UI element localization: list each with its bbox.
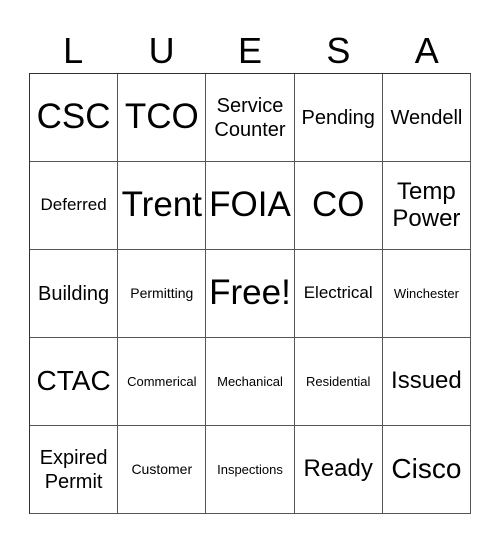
free-space-cell[interactable]: Free! (206, 250, 295, 338)
bingo-cell[interactable]: Pending (294, 74, 383, 162)
bingo-cell[interactable]: Electrical (294, 250, 383, 338)
header-letter: E (237, 30, 262, 71)
bingo-cell[interactable]: CSC (30, 74, 119, 162)
bingo-cell[interactable]: Deferred (30, 162, 119, 250)
bingo-cell[interactable]: Winchester (382, 250, 471, 338)
bingo-cell[interactable]: CO (294, 162, 383, 250)
bingo-cell[interactable]: TCO (118, 74, 207, 162)
bingo-cell[interactable]: Mechanical (206, 338, 295, 426)
bingo-cell[interactable]: Temp Power (382, 162, 471, 250)
bingo-cell[interactable]: Wendell (382, 74, 471, 162)
header-letter: A (414, 30, 439, 71)
bingo-cell[interactable]: Cisco (382, 426, 471, 514)
bingo-cell[interactable]: Trent (118, 162, 207, 250)
bingo-cell[interactable]: Customer (118, 426, 207, 514)
bingo-header: L U E S A (29, 28, 471, 73)
bingo-cell[interactable]: Issued (382, 338, 471, 426)
header-letter: U (148, 30, 175, 71)
bingo-cell[interactable]: Permitting (118, 250, 207, 338)
bingo-cell[interactable]: Inspections (206, 426, 295, 514)
header-letter: S (326, 30, 351, 71)
bingo-cell[interactable]: Ready (294, 426, 383, 514)
bingo-cell[interactable]: CTAC (30, 338, 119, 426)
bingo-cell[interactable]: Residential (294, 338, 383, 426)
bingo-cell[interactable]: Commerical (118, 338, 207, 426)
bingo-cell[interactable]: FOIA (206, 162, 295, 250)
bingo-cell[interactable]: Service Counter (206, 74, 295, 162)
header-letter: L (63, 30, 84, 71)
bingo-grid: CSC TCO Service Counter Pending Wendell … (29, 73, 471, 514)
bingo-cell[interactable]: Building (30, 250, 119, 338)
bingo-cell[interactable]: Expired Permit (30, 426, 119, 514)
